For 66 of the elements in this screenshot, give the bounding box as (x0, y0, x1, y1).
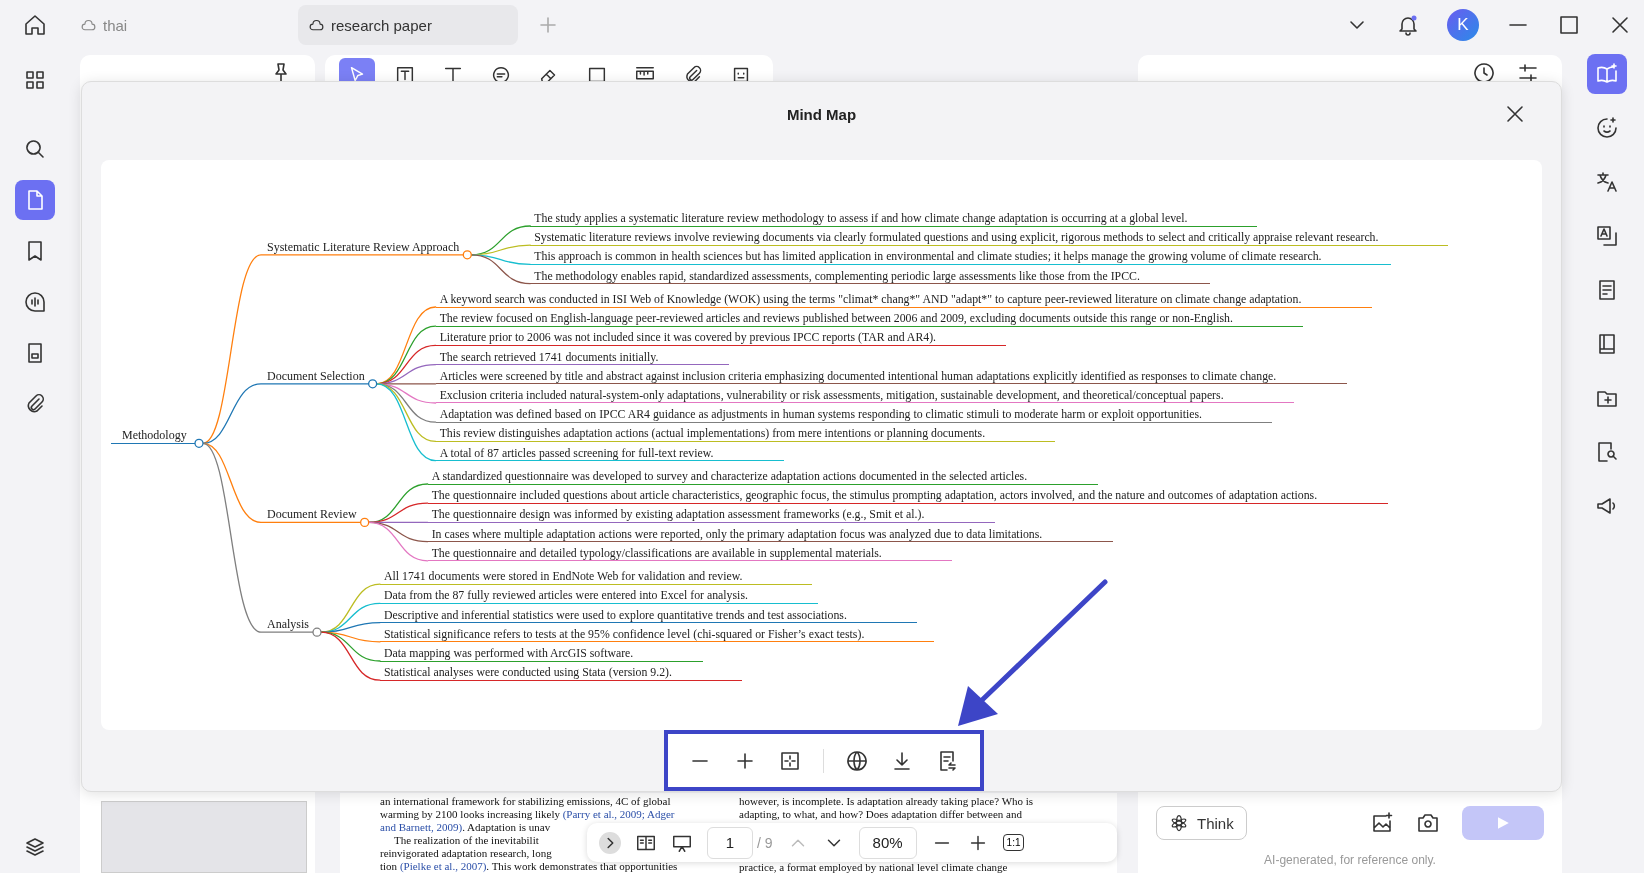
layers-icon[interactable] (23, 835, 47, 859)
node-label: Statistical significance refers to tests at the 95% confidence level (chi-squared or Fisher’s exact tests). (384, 626, 865, 641)
dialog-title: Mind Map (786, 105, 857, 123)
node-toggle[interactable] (360, 517, 370, 528)
body-text: . Adaptation is unav (462, 821, 551, 833)
body-text: tion (380, 860, 399, 872)
body-text: an international framework for stabilizing emissions, 4C of global (380, 795, 671, 807)
node-label: Statistical analyses were conducted using Stata (version 9.2). (384, 665, 672, 680)
body-text: however, is incomplete. Is adaptation already taking place? Who is (739, 795, 1034, 807)
body-text: warming by 2100 looks increasing likely (380, 808, 561, 820)
node-label: This review distinguishes adaptation actions (actual implementations) from mere intentions or planning documents. (439, 426, 986, 441)
node-toggle[interactable] (312, 627, 322, 637)
actual-size-button[interactable]: 1:1 (1002, 834, 1025, 851)
page-total: / 9 (757, 834, 773, 851)
node-label: Articles were screened by title and abstract against inclusion criteria emphasizing documented intentional human adaptations explicitly identified as responses to climate change. (439, 368, 1277, 383)
citation-link[interactable]: (Parry et al., 2009; Adger (562, 808, 675, 820)
node-label: A total of 87 articles passed screening for full-text review. (439, 445, 714, 460)
node-label: Methodology (122, 428, 187, 443)
node-label: Adaptation was defined based on IPCC AR4 guidance as adjustments in human systems responding to climatic stimuli to moderate harm or exploit opportunities. (439, 407, 1203, 422)
disclaimer-text: AI-generated, for reference only. (1263, 853, 1437, 867)
body-text: . This work demonstrates that opportunities (486, 860, 678, 872)
node-label: The questionnaire included questions about article characteristics, geographic focus, the stimulus prompting adaptation, actors involved, and the nature and outcomes of adaptation actions. (431, 488, 1318, 503)
node-label: Analysis (267, 617, 309, 632)
body-text: practice, a format employed by national level climate change (739, 861, 1008, 873)
book-sparkle-icon[interactable] (1587, 54, 1627, 94)
node-label: The review focused on English-language peer-reviewed articles and reviews published between 2006 and 2009, excluding documents outside this range or non-English. (439, 311, 1233, 326)
node-label: Systematic literature reviews involve reviewing documents via clearly formulated questions and using explicit, rigorous methods to select and critically appraise relevant research. (534, 230, 1379, 245)
node-label: The search retrieved 1741 documents initially. (439, 349, 659, 364)
page-thumbnail[interactable] (101, 801, 307, 873)
think-button[interactable]: Think (1156, 806, 1247, 840)
image-icon[interactable] (1370, 811, 1394, 835)
node-label: Document Selection (267, 368, 365, 383)
page-number-field[interactable]: 1 (707, 826, 753, 859)
node-label: Document Review (267, 507, 357, 522)
chevron-right-icon[interactable] (599, 831, 621, 854)
node-label: This approach is common in health sciences but has limited application in environmental and climate studies; it helps manage the growing volume of climate research. (534, 249, 1322, 264)
node-toggle[interactable] (462, 250, 472, 260)
zoom-field[interactable]: 80% (858, 826, 917, 859)
bell-icon[interactable] (1396, 13, 1420, 37)
node-label: Exclusion criteria included natural-system-only adaptations, vulnerability or risk assessments, mitigation, sustainable development, and theoretical/conceptual papers. (439, 388, 1224, 402)
node-toggle[interactable] (368, 379, 378, 389)
node-label: Literature prior to 2006 was not included since it was covered by previous IPCC reports (TAR and AR4). (439, 330, 937, 345)
body-text: reinvigorated adaptation research, long (380, 847, 552, 859)
atom-icon (1169, 813, 1189, 833)
globe-icon[interactable] (845, 748, 869, 773)
node-label: Data from the 87 fully reviewed articles were entered into Excel for analysis. (384, 588, 748, 603)
document-tab[interactable]: research paper (298, 5, 518, 45)
user-avatar[interactable]: K (1447, 9, 1479, 41)
node-label: Systematic Literature Review Approach (267, 239, 460, 254)
node-toggle[interactable] (194, 438, 204, 448)
node-label: Data mapping was performed with ArcGIS software. (384, 646, 634, 660)
node-label: In cases where multiple adaptation actions were reported, only the primary adaptation focus was analyzed due to data limitations. (431, 526, 1043, 541)
node-label: A standardized questionnaire was developed to survey and characterize adaptation actions documented in the selected articles. (431, 469, 1028, 483)
camera-icon[interactable] (1416, 811, 1440, 835)
pages-icon[interactable] (15, 180, 55, 220)
body-text: adapting, to what, and how? Does adaptation differ between and (739, 808, 1022, 820)
node-label: The questionnaire and detailed typology/classifications are available in supplemental materials. (431, 545, 882, 560)
maximize-icon[interactable] (1557, 13, 1581, 37)
body-text: The realization of the inevitabilit (394, 834, 539, 846)
node-label: Descriptive and inferential statistics were used to explore quantitative trends and test associations. (384, 607, 847, 622)
home-icon[interactable] (23, 13, 47, 37)
node-label: The methodology enables rapid, standardized assessments, complementing periodic large assessments like those from the IPCC. (534, 268, 1140, 283)
node-label: The questionnaire design was informed by existing adaptation assessment frameworks (e.g., Smit et al.). (431, 507, 925, 522)
node-label: All 1741 documents were stored in EndNote Web for validation and review. (384, 569, 743, 584)
node-label: The study applies a systematic literature review methodology to assess if and how climate change adaptation is occurring at a global level. (534, 211, 1188, 225)
node-label: A keyword search was conducted in ISI Web of Knowledge (WOK) using the terms "climat* chang*" AND "adapt*" to capture peer-reviewed literature on climate change adaptation. (439, 292, 1302, 306)
